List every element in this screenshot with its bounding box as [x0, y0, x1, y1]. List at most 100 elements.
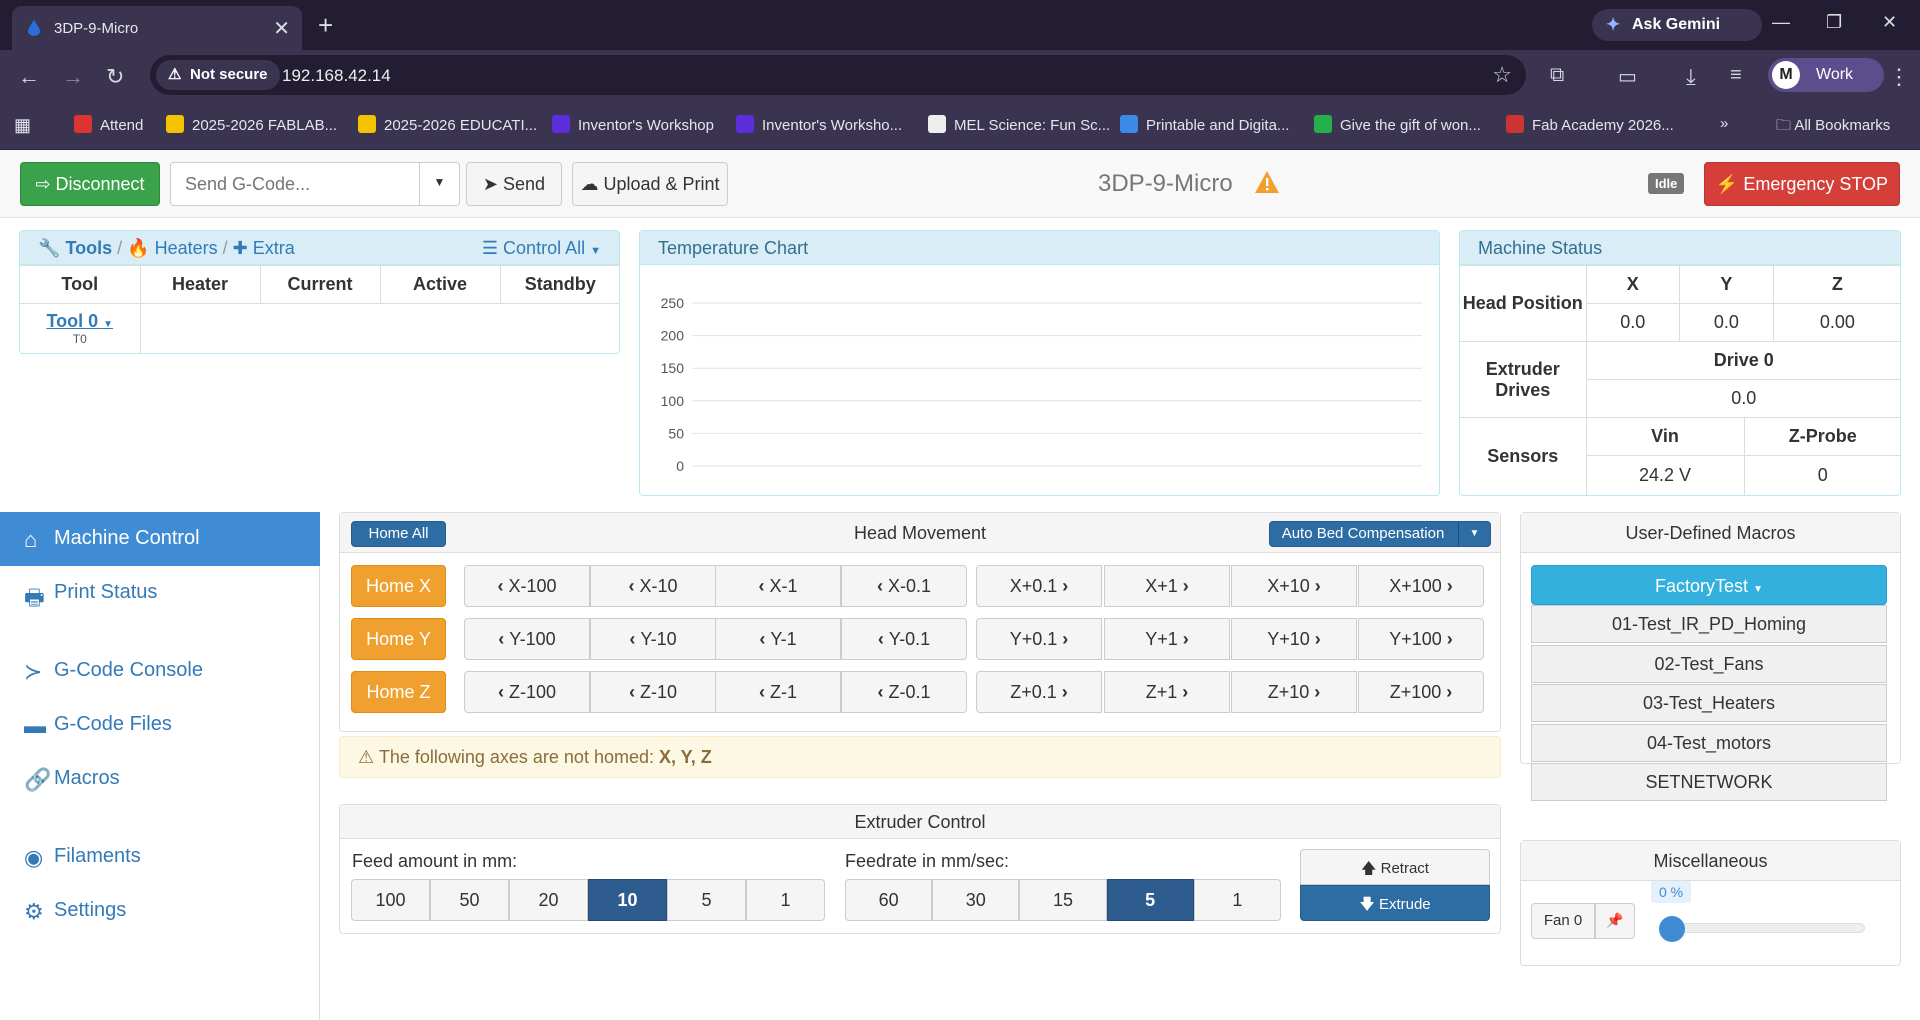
breadcrumb-extra[interactable]: ✚ Extra: [233, 238, 295, 258]
feedrate-option[interactable]: 60: [845, 879, 933, 921]
feed-amount-option[interactable]: 50: [430, 879, 509, 921]
disconnect-button[interactable]: ⇨ Disconnect: [20, 162, 160, 206]
jog-button[interactable]: ‹ Y-1: [715, 618, 841, 660]
feed-amount-option[interactable]: 1: [746, 879, 825, 921]
extrude-button[interactable]: 🡇 Extrude: [1300, 885, 1490, 921]
jog-button[interactable]: Z+100 ›: [1358, 671, 1484, 713]
emergency-stop-button[interactable]: ⚡ Emergency STOP: [1704, 162, 1900, 206]
bookmark-item[interactable]: Inventor's Workshop: [552, 115, 714, 134]
forward-icon[interactable]: →: [62, 64, 84, 90]
macro-item[interactable]: 03-Test_Heaters: [1531, 684, 1887, 722]
jog-button[interactable]: Y+10 ›: [1231, 618, 1357, 660]
jog-button[interactable]: X+100 ›: [1358, 565, 1484, 607]
home-all-button[interactable]: Home All: [351, 521, 446, 547]
feedrate-option[interactable]: 15: [1019, 879, 1107, 921]
macro-item[interactable]: 01-Test_IR_PD_Homing: [1531, 605, 1887, 643]
jog-button[interactable]: Y+0.1 ›: [976, 618, 1102, 660]
jog-button[interactable]: ‹ Y-100: [464, 618, 590, 660]
gcode-history-dropdown[interactable]: ▼: [419, 162, 460, 206]
sidebar-item-macros[interactable]: 🔗 Macros: [0, 752, 320, 806]
cast-icon[interactable]: ▭: [1618, 64, 1637, 89]
sidebar-item-machine-control[interactable]: ⌂ Machine Control: [0, 512, 320, 566]
apps-grid-icon[interactable]: ▦: [14, 115, 31, 136]
breadcrumb-tools[interactable]: 🔧 Tools: [38, 238, 112, 258]
jog-button[interactable]: Z+10 ›: [1231, 671, 1357, 713]
jog-button[interactable]: ‹ Y-10: [590, 618, 716, 660]
jog-button[interactable]: ‹ X-0.1: [841, 565, 967, 607]
close-tab-icon[interactable]: ✕: [273, 16, 290, 41]
jog-button[interactable]: X+1 ›: [1104, 565, 1230, 607]
home-z-button[interactable]: Home Z: [351, 671, 446, 713]
sidebar-item-print-status[interactable]: 🖶 Print Status: [0, 566, 320, 620]
jog-button[interactable]: Z+0.1 ›: [976, 671, 1102, 713]
back-icon[interactable]: ←: [18, 64, 40, 90]
feed-amount-option[interactable]: 20: [509, 879, 588, 921]
upload-print-button[interactable]: ☁ Upload & Print: [572, 162, 728, 206]
jog-button[interactable]: ‹ Z-10: [590, 671, 716, 713]
sidebar-item-settings[interactable]: ⚙ Settings: [0, 884, 320, 938]
bookmark-item[interactable]: 2025-2026 FABLAB...: [166, 115, 337, 134]
minimize-icon[interactable]: —: [1772, 12, 1790, 33]
extensions-icon[interactable]: ⧉: [1550, 64, 1564, 87]
url-text[interactable]: 192.168.42.14: [282, 66, 391, 86]
bookmark-star-icon[interactable]: ☆: [1492, 62, 1512, 88]
new-tab-icon[interactable]: +: [318, 10, 333, 41]
bookmark-item[interactable]: Inventor's Worksho...: [736, 115, 902, 134]
jog-button[interactable]: ‹ Y-0.1: [841, 618, 967, 660]
feedrate-option[interactable]: 1: [1193, 879, 1281, 921]
gcode-input[interactable]: [170, 162, 420, 206]
home-x-button[interactable]: Home X: [351, 565, 446, 607]
bookmark-item[interactable]: Give the gift of won...: [1314, 115, 1481, 134]
jog-button[interactable]: ‹ X-100: [464, 565, 590, 607]
jog-button[interactable]: Z+1 ›: [1104, 671, 1230, 713]
all-bookmarks[interactable]: 🗀 All Bookmarks: [1776, 115, 1890, 140]
omnibox[interactable]: ⚠ Not secure 192.168.42.14 ☆: [150, 55, 1526, 95]
not-secure-chip[interactable]: ⚠ Not secure: [156, 60, 280, 90]
macro-item[interactable]: 04-Test_motors: [1531, 724, 1887, 762]
control-all-dropdown[interactable]: ☰ Control All ▼: [482, 238, 601, 259]
macro-folder-dropdown[interactable]: FactoryTest ▼: [1531, 565, 1887, 605]
browser-tab[interactable]: 3DP-9-Micro ✕: [12, 6, 302, 50]
pin-icon[interactable]: 📌: [1595, 903, 1635, 939]
sidebar-item-filaments[interactable]: ◉ Filaments: [0, 830, 320, 884]
bookmark-item[interactable]: Fab Academy 2026...: [1506, 115, 1674, 134]
jog-button[interactable]: ‹ X-1: [715, 565, 841, 607]
jog-button[interactable]: X+10 ›: [1231, 565, 1357, 607]
send-button[interactable]: ➤ Send: [466, 162, 562, 206]
breadcrumb-heaters[interactable]: 🔥 Heaters: [127, 238, 217, 258]
feedrate-option[interactable]: 5: [1106, 879, 1194, 921]
download-icon[interactable]: ⤓: [1686, 64, 1696, 90]
jog-button[interactable]: ‹ X-10: [590, 565, 716, 607]
reload-icon[interactable]: ↻: [106, 64, 124, 90]
bookmark-item[interactable]: MEL Science: Fun Sc...: [928, 115, 1110, 134]
jog-button[interactable]: X+0.1 ›: [976, 565, 1102, 607]
restore-icon[interactable]: ❐: [1826, 12, 1842, 33]
jog-button[interactable]: Y+100 ›: [1358, 618, 1484, 660]
feed-amount-option[interactable]: 10: [588, 879, 667, 921]
bookmark-item[interactable]: 2025-2026 EDUCATI...: [358, 115, 537, 134]
feed-amount-option[interactable]: 5: [667, 879, 746, 921]
jog-button[interactable]: ‹ Z-1: [715, 671, 841, 713]
home-y-button[interactable]: Home Y: [351, 618, 446, 660]
jog-button[interactable]: ‹ Z-100: [464, 671, 590, 713]
auto-bed-compensation-button[interactable]: Auto Bed Compensation ▼: [1269, 521, 1491, 547]
profile-button[interactable]: M Work: [1768, 58, 1884, 92]
fan-slider-track[interactable]: [1661, 923, 1865, 933]
media-icon[interactable]: ≡: [1730, 64, 1742, 87]
fan-select-button[interactable]: Fan 0: [1531, 903, 1595, 939]
sidebar-item-gcode-files[interactable]: ▬ G-Code Files: [0, 698, 320, 752]
bookmark-item[interactable]: Attend: [74, 115, 143, 134]
feedrate-option[interactable]: 30: [932, 879, 1020, 921]
macro-item[interactable]: SETNETWORK: [1531, 763, 1887, 801]
warning-icon[interactable]: [1254, 170, 1280, 194]
close-window-icon[interactable]: ✕: [1882, 12, 1897, 33]
jog-button[interactable]: Y+1 ›: [1104, 618, 1230, 660]
ask-gemini-button[interactable]: ✦ Ask Gemini: [1592, 9, 1762, 41]
retract-button[interactable]: 🡅 Retract: [1300, 849, 1490, 885]
tool-dropdown[interactable]: Tool 0 ▼: [20, 311, 140, 332]
menu-icon[interactable]: ⋮: [1888, 64, 1910, 90]
macro-item[interactable]: 02-Test_Fans: [1531, 645, 1887, 683]
caret-down-icon[interactable]: ▼: [1458, 522, 1490, 546]
jog-button[interactable]: ‹ Z-0.1: [841, 671, 967, 713]
fan-slider-handle[interactable]: [1659, 916, 1685, 942]
